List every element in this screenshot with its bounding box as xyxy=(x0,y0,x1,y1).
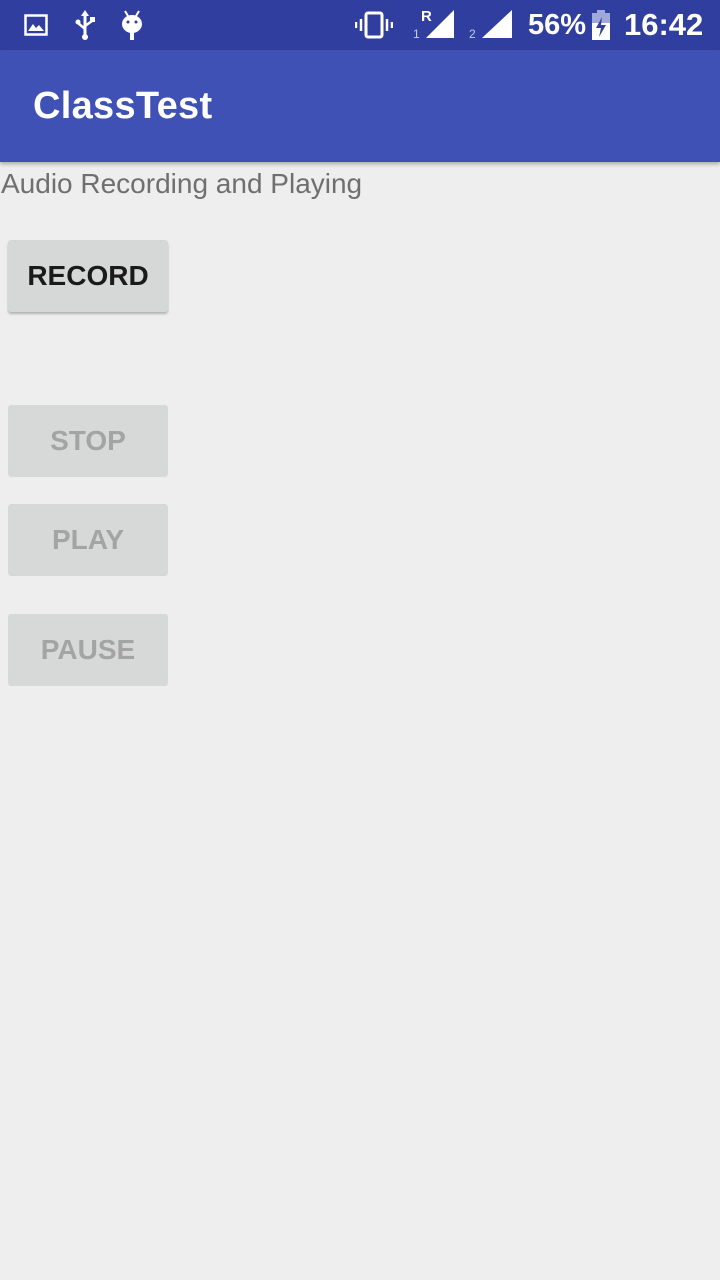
sim1-roaming-label: R xyxy=(421,8,432,25)
clock: 16:42 xyxy=(624,7,704,42)
pause-button[interactable]: PAUSE xyxy=(8,614,168,686)
usb-icon xyxy=(74,0,96,50)
status-bar: R 1 2 56% 16:42 xyxy=(0,0,720,50)
android-debug-icon xyxy=(120,0,144,50)
vibrate-icon xyxy=(355,0,393,50)
gallery-icon xyxy=(24,0,48,50)
app-bar: ClassTest xyxy=(0,50,720,162)
page-heading: Audio Recording and Playing xyxy=(1,168,363,199)
play-button[interactable]: PLAY xyxy=(8,504,168,576)
battery-percentage: 56% xyxy=(528,9,587,41)
app-title: ClassTest xyxy=(33,85,213,127)
stop-button[interactable]: STOP xyxy=(8,405,168,477)
battery-charging-icon xyxy=(591,0,611,50)
record-button[interactable]: RECORD xyxy=(8,240,168,312)
